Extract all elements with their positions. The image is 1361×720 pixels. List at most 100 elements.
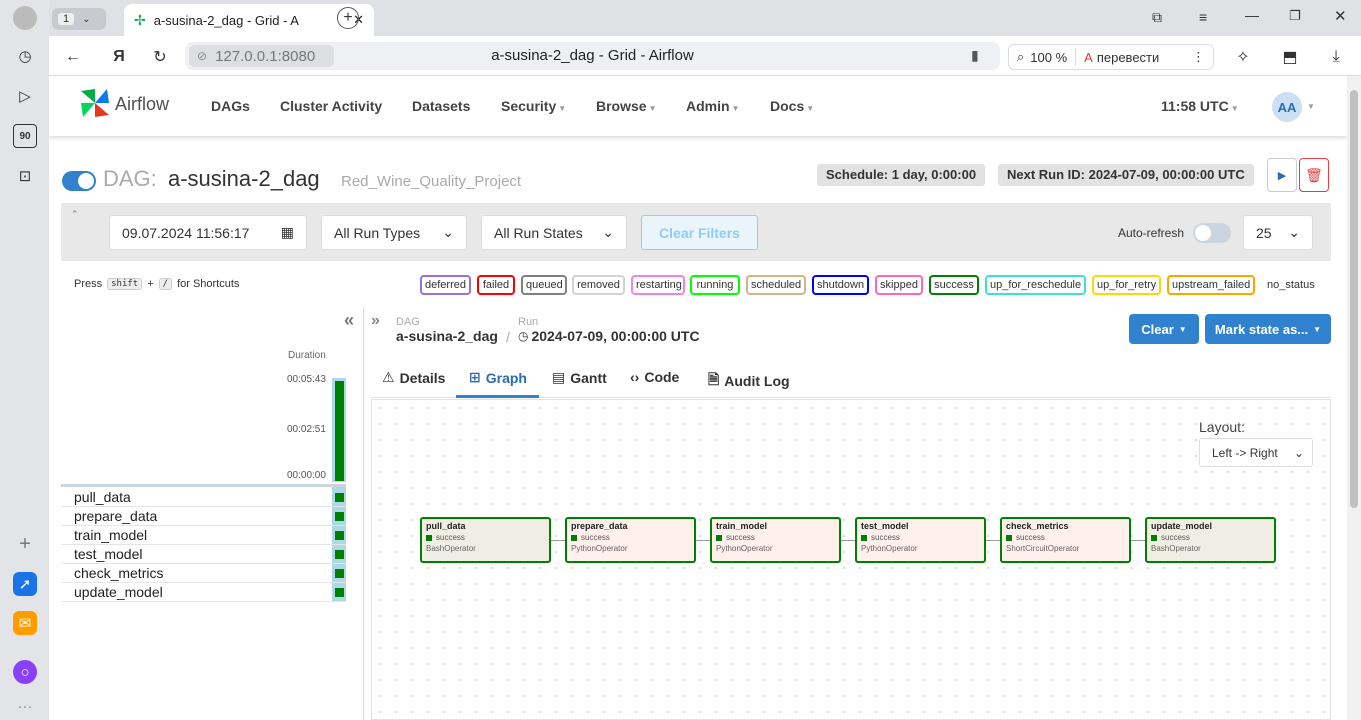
- trigger-dag-button[interactable]: ▶: [1267, 158, 1297, 192]
- task-row[interactable]: prepare_data: [61, 507, 346, 526]
- nav-docs[interactable]: Docs ▼: [770, 98, 814, 114]
- nav-admin[interactable]: Admin ▼: [686, 98, 739, 114]
- auto-refresh-toggle[interactable]: [1193, 223, 1231, 243]
- dag-tag[interactable]: Red_Wine_Quality_Project: [341, 173, 521, 190]
- layout-select[interactable]: Left -> Right ⌄: [1199, 438, 1313, 467]
- legend-deferred[interactable]: deferred: [420, 275, 471, 295]
- task-instance-status-box[interactable]: [335, 569, 344, 578]
- legend-skipped[interactable]: skipped: [875, 275, 923, 295]
- nav-browse[interactable]: Browse ▼: [596, 98, 657, 114]
- minimize-icon[interactable]: —: [1245, 7, 1259, 23]
- run-duration-bar[interactable]: [335, 381, 344, 481]
- menu-icon[interactable]: ≡: [1199, 9, 1207, 25]
- back-icon[interactable]: ←: [60, 44, 86, 70]
- address-bar[interactable]: ⊘ 127.0.0.1:8080 a-susina-2_dag - Grid -…: [185, 42, 1000, 70]
- task-instance-status-box[interactable]: [335, 512, 344, 521]
- nav-time[interactable]: 11:58 UTC ▼: [1161, 98, 1239, 114]
- graph-node-pull-data[interactable]: pull_data success BashOperator: [420, 517, 551, 563]
- close-window-icon[interactable]: ✕: [1334, 7, 1347, 25]
- bookmark-icon[interactable]: ▮: [971, 47, 979, 64]
- mail-icon[interactable]: ✉: [13, 611, 37, 635]
- legend-shutdown[interactable]: shutdown: [812, 275, 869, 295]
- task-row[interactable]: update_model: [61, 583, 346, 602]
- expand-icon[interactable]: »: [371, 312, 380, 330]
- caret-down-icon[interactable]: ▼: [1307, 102, 1315, 111]
- task-row[interactable]: train_model: [61, 526, 346, 545]
- graph-canvas[interactable]: Layout: Left -> Right ⌄ pull_data success B…: [371, 399, 1331, 720]
- legend-up-for-retry[interactable]: up_for_retry: [1092, 275, 1161, 295]
- clear-filters-button[interactable]: Clear Filters: [641, 215, 758, 250]
- new-tab-icon[interactable]: +: [337, 7, 359, 29]
- brand-name[interactable]: Airflow: [115, 94, 169, 115]
- legend-restarting[interactable]: restarting: [631, 275, 685, 295]
- run-state-select[interactable]: All Run States ⌄: [481, 215, 627, 250]
- legend-no-status[interactable]: no_status: [1262, 275, 1317, 295]
- legend-failed[interactable]: failed: [477, 275, 515, 295]
- tab-details[interactable]: ⚠ Details: [382, 369, 445, 386]
- avatar[interactable]: AA: [1272, 92, 1302, 122]
- dag-pause-toggle[interactable]: [62, 171, 96, 191]
- bookmarks-icon[interactable]: ⧉: [1152, 9, 1162, 26]
- graph-node-check-metrics[interactable]: check_metrics success ShortCircuitOperator: [1000, 517, 1131, 563]
- tab-audit-log[interactable]: 🗎 Audit Log: [708, 369, 790, 393]
- badge-90-icon[interactable]: 90: [13, 124, 37, 148]
- page-size-select[interactable]: 25 ⌄: [1243, 215, 1313, 250]
- graph-node-test-model[interactable]: test_model success PythonOperator: [855, 517, 986, 563]
- task-instance-status-box[interactable]: [335, 550, 344, 559]
- translate-button[interactable]: перевести: [1097, 50, 1159, 65]
- airflow-logo-icon[interactable]: [77, 85, 113, 121]
- breadcrumb-dag-id[interactable]: a-susina-2_dag: [396, 328, 498, 344]
- history-icon[interactable]: ◷: [13, 44, 37, 68]
- restore-icon[interactable]: ❐: [1289, 8, 1301, 24]
- download-icon[interactable]: ⤓: [1323, 44, 1349, 70]
- graph-node-prepare-data[interactable]: prepare_data success PythonOperator: [565, 517, 696, 563]
- legend-queued[interactable]: queued: [521, 275, 567, 295]
- nav-dags[interactable]: DAGs: [211, 98, 250, 114]
- add-icon[interactable]: +: [13, 532, 37, 556]
- yandex-icon[interactable]: Я: [106, 44, 132, 70]
- task-row[interactable]: pull_data: [61, 488, 346, 507]
- more-icon[interactable]: ···: [13, 694, 37, 718]
- legend-removed[interactable]: removed: [572, 275, 625, 295]
- tab-gantt[interactable]: ▤ Gantt: [552, 369, 607, 386]
- task-row[interactable]: check_metrics: [61, 564, 346, 583]
- legend-running[interactable]: running: [690, 275, 740, 295]
- delete-dag-button[interactable]: 🗑: [1299, 158, 1329, 192]
- task-instance-status-box[interactable]: [335, 531, 344, 540]
- graph-node-train-model[interactable]: train_model success PythonOperator: [710, 517, 841, 563]
- messenger-icon[interactable]: ➚: [13, 572, 37, 596]
- legend-scheduled[interactable]: scheduled: [746, 275, 806, 295]
- page-scrollbar[interactable]: [1347, 76, 1361, 720]
- legend-success[interactable]: success: [929, 275, 979, 295]
- collapse-up-icon[interactable]: ⌃: [71, 209, 79, 220]
- extensions-icon[interactable]: ✧: [1230, 44, 1256, 70]
- collapse-grid-icon[interactable]: «: [344, 310, 354, 331]
- base-date-input[interactable]: 09.07.2024 11:56:17 ▦: [109, 215, 307, 250]
- task-instance-status-box[interactable]: [335, 493, 344, 502]
- graph-node-update-model[interactable]: update_model success BashOperator: [1145, 517, 1276, 563]
- play-icon[interactable]: ▷: [13, 84, 37, 108]
- airflow-favicon-icon: ✢: [134, 11, 146, 28]
- reload-icon[interactable]: ↻: [147, 44, 173, 70]
- nav-datasets[interactable]: Datasets: [412, 98, 470, 114]
- screenshot-icon[interactable]: ⊡: [13, 164, 37, 188]
- tab-code[interactable]: ‹› Code: [630, 369, 679, 385]
- tab-graph[interactable]: ⊞ Graph: [469, 369, 527, 386]
- nav-cluster-activity[interactable]: Cluster Activity: [280, 98, 382, 114]
- legend-upstream-failed[interactable]: upstream_failed: [1167, 275, 1255, 295]
- tab-group[interactable]: 1 ⌄: [52, 8, 106, 30]
- legend-up-for-reschedule[interactable]: up_for_reschedule: [985, 275, 1086, 295]
- run-type-select[interactable]: All Run Types ⌄: [321, 215, 467, 250]
- task-instance-status-box[interactable]: [335, 588, 344, 597]
- alice-icon[interactable]: ○: [13, 660, 37, 684]
- mark-state-button[interactable]: Mark state as... ▼: [1205, 314, 1331, 344]
- zoom-level[interactable]: 100 %: [1030, 50, 1075, 65]
- breadcrumb-run[interactable]: ◷ 2024-07-09, 00:00:00 UTC: [518, 328, 700, 344]
- task-row[interactable]: test_model: [61, 545, 346, 564]
- more-vert-icon[interactable]: ⋮: [1192, 49, 1213, 65]
- clock-icon: ◷: [518, 329, 529, 343]
- profile-icon[interactable]: [13, 6, 37, 30]
- nav-security[interactable]: Security ▼: [501, 98, 566, 114]
- clear-button[interactable]: Clear ▼: [1129, 314, 1199, 344]
- collections-icon[interactable]: ⬒: [1277, 44, 1303, 70]
